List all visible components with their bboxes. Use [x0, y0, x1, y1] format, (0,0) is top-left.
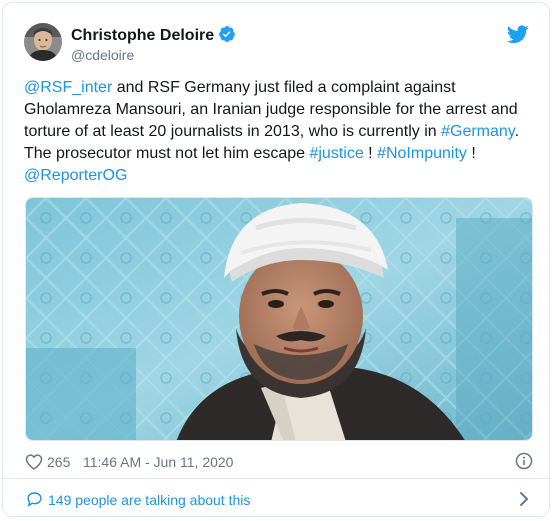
mention-reporterog[interactable]: @ReporterOG	[24, 167, 127, 184]
author-name-text[interactable]: Christophe Deloire	[71, 27, 214, 44]
tweet-card: Christophe Deloire @cdeloire @RSF_inter …	[2, 2, 550, 517]
heart-icon[interactable]	[25, 453, 43, 470]
tweet-text-segment: !	[466, 145, 476, 162]
hashtag-noimpunity[interactable]: #NoImpunity	[377, 145, 467, 162]
author-handle[interactable]: @cdeloire	[71, 47, 134, 63]
tweet-line-3: torture of at least 20 journalists in 20…	[24, 121, 534, 143]
tweet-line-2: Gholamreza Mansouri, an Iranian judge re…	[24, 99, 534, 121]
tweet-text-segment: Gholamreza Mansouri, an Iranian judge re…	[24, 101, 518, 118]
timestamp[interactable]: 11:46 AM - Jun 11, 2020	[83, 454, 233, 470]
like-count[interactable]: 265	[47, 454, 70, 470]
tweet-line-1: @RSF_inter and RSF Germany just filed a …	[24, 77, 534, 99]
photo-turban-man	[26, 198, 532, 440]
chevron-right-icon[interactable]	[519, 491, 529, 507]
tweet-line-4: The prosecutor must not let him escape #…	[24, 143, 534, 165]
twitter-bird-icon[interactable]	[507, 25, 529, 44]
hashtag-justice[interactable]: #justice	[309, 145, 363, 162]
avatar[interactable]	[24, 23, 62, 61]
tweet-text-segment: and RSF Germany just filed a complaint a…	[112, 79, 456, 96]
mention-rsf-inter[interactable]: @RSF_inter	[24, 79, 112, 96]
tweet-line-5: @ReporterOG	[24, 165, 534, 187]
conversation-link[interactable]: 149 people are talking about this	[3, 479, 549, 516]
tweet-text: @RSF_inter and RSF Germany just filed a …	[24, 77, 534, 187]
conversation-label[interactable]: 149 people are talking about this	[48, 492, 250, 508]
tweet-text-segment: !	[363, 145, 378, 162]
tweet-meta: 265 11:46 AM - Jun 11, 2020	[25, 452, 535, 472]
tweet-text-segment: The prosecutor must not let him escape	[24, 145, 310, 162]
author-name[interactable]: Christophe Deloire	[71, 25, 236, 45]
info-icon[interactable]	[515, 452, 533, 470]
avatar-image	[24, 23, 62, 61]
comment-icon	[27, 492, 42, 507]
verified-badge-icon	[219, 26, 236, 42]
tweet-text-segment: torture of at least 20 journalists in 20…	[24, 123, 442, 140]
hashtag-germany[interactable]: #Germany	[441, 123, 515, 140]
tweet-text-segment: .	[514, 123, 520, 140]
tweet-photo[interactable]	[25, 197, 533, 441]
